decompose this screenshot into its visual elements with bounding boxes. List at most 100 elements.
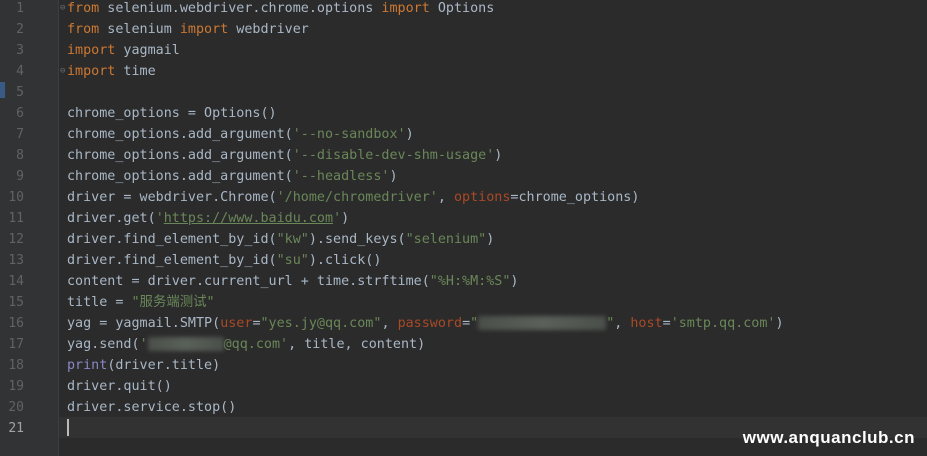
token: ) <box>510 274 519 289</box>
token: = <box>462 316 471 331</box>
token: ) <box>494 148 503 163</box>
token-kw: import <box>67 64 116 79</box>
code-line[interactable]: title = "服务端测试" <box>67 292 215 313</box>
code-line[interactable]: yag.send(' @qq.com', title, content) <box>67 334 425 355</box>
line-number-gutter: 1 2 3 4 5 6 7 8 9 10 11 12 13 14 15 16 17 18 19 20 21 ⊖ ⊖ <box>0 0 65 456</box>
watermark: www.anquanclub.cn <box>742 428 915 447</box>
token: ).click() <box>308 253 382 268</box>
code-line[interactable]: import yagmail <box>67 40 180 61</box>
token: title = <box>67 295 132 310</box>
token-link: https://www.baidu.com <box>163 211 334 226</box>
code-line[interactable]: from selenium.webdriver.chrome.options i… <box>67 0 494 19</box>
token: webdriver <box>228 22 309 37</box>
token-str: "su" <box>276 253 309 268</box>
token: =chrome_options) <box>510 190 640 205</box>
token: ) <box>405 127 414 142</box>
line-number: 13 <box>8 253 24 268</box>
token-kw: from <box>67 22 100 37</box>
token: Options <box>429 1 495 16</box>
code-editor[interactable]: 1 2 3 4 5 6 7 8 9 10 11 12 13 14 15 16 17 18 19 20 21 ⊖ ⊖ fro… <box>0 0 927 456</box>
token-builtin: print <box>67 358 108 373</box>
code-line[interactable]: driver.find_element_by_id("kw").send_key… <box>67 229 494 250</box>
token-str: "yes.jy@qq.com" <box>260 316 382 331</box>
token-str: @qq.com' <box>223 337 289 352</box>
code-line[interactable]: driver.quit() <box>67 376 172 397</box>
line-number: 21 <box>8 421 24 436</box>
code-line[interactable]: chrome_options = Options() <box>67 103 277 124</box>
line-number: 15 <box>8 295 24 310</box>
token-str: '--headless' <box>292 169 390 184</box>
token: chrome_options = Options() <box>67 106 277 121</box>
code-line[interactable]: driver = webdriver.Chrome('/home/chromed… <box>67 187 639 208</box>
line-number: 10 <box>8 190 24 205</box>
token-str: '/home/chromedriver' <box>276 190 438 205</box>
token: selenium <box>99 22 180 37</box>
token: ).send_keys( <box>308 232 406 247</box>
code-line[interactable]: print(driver.title) <box>67 355 220 376</box>
line-number: 4 <box>16 64 24 79</box>
token-str: '--disable-dev-shm-usage' <box>292 148 495 163</box>
token-str: ' <box>139 337 148 352</box>
code-area[interactable]: from selenium.webdriver.chrome.options i… <box>59 0 927 456</box>
token-str: 'smtp.qq.com' <box>670 316 776 331</box>
token: yagmail <box>115 43 180 58</box>
code-line[interactable]: chrome_options.add_argument('--disable-d… <box>67 145 502 166</box>
token: chrome_options.add_argument( <box>67 148 293 163</box>
token: , <box>381 316 398 331</box>
line-number: 3 <box>16 43 24 58</box>
line-number: 20 <box>8 400 24 415</box>
redacted-text <box>478 316 607 330</box>
code-line[interactable]: driver.get('https://www.baidu.com') <box>67 208 349 229</box>
line-number: 19 <box>8 379 24 394</box>
token-str: "selenium" <box>405 232 487 247</box>
token-str: ' <box>333 211 342 226</box>
token: driver.find_element_by_id( <box>67 253 277 268</box>
token: ) <box>389 169 398 184</box>
token-param: password <box>397 316 463 331</box>
line-number: 1 <box>16 1 24 16</box>
line-number: 7 <box>16 127 24 142</box>
token: chrome_options.add_argument( <box>67 127 293 142</box>
token: , <box>437 190 454 205</box>
token: driver.find_element_by_id( <box>67 232 277 247</box>
token: ) <box>775 316 784 331</box>
token-kw: import <box>67 43 116 58</box>
code-line[interactable]: yag = yagmail.SMTP(user="yes.jy@qq.com",… <box>67 313 784 334</box>
code-line[interactable]: from selenium import webdriver <box>67 19 309 40</box>
code-line[interactable]: import time <box>67 61 156 82</box>
token-str: ' <box>155 211 164 226</box>
token: chrome_options.add_argument( <box>67 169 293 184</box>
line-number: 9 <box>16 169 24 184</box>
line-number: 12 <box>8 232 24 247</box>
token-str: "kw" <box>276 232 309 247</box>
token: yag = yagmail.SMTP( <box>67 316 221 331</box>
token: ) <box>486 232 495 247</box>
line-number: 8 <box>16 148 24 163</box>
text-caret <box>67 419 69 436</box>
line-number: 2 <box>16 22 24 37</box>
token-param: user <box>220 316 253 331</box>
token-kw: import <box>381 1 430 16</box>
redacted-text <box>147 337 224 351</box>
token: driver.service.stop() <box>67 400 237 415</box>
token: , <box>614 316 631 331</box>
token: , title, content) <box>288 337 426 352</box>
code-line[interactable]: content = driver.current_url + time.strf… <box>67 271 518 292</box>
line-number: 17 <box>8 337 24 352</box>
token: = <box>252 316 261 331</box>
code-line[interactable]: chrome_options.add_argument('--no-sandbo… <box>67 124 414 145</box>
line-number: 11 <box>8 211 24 226</box>
token: driver.quit() <box>67 379 172 394</box>
token-kw: import <box>179 22 229 37</box>
token-str: "服务端测试" <box>131 295 215 310</box>
token: driver.get( <box>67 211 156 226</box>
token: selenium.webdriver.chrome.options <box>99 1 382 16</box>
code-line[interactable]: driver.service.stop() <box>67 397 236 418</box>
token-str: '--no-sandbox' <box>292 127 406 142</box>
token-param: host <box>630 316 663 331</box>
token-param: options <box>453 190 511 205</box>
code-line[interactable]: driver.find_element_by_id("su").click() <box>67 250 381 271</box>
line-number: 6 <box>16 106 24 121</box>
token-str: " <box>470 316 479 331</box>
code-line[interactable]: chrome_options.add_argument('--headless'… <box>67 166 398 187</box>
